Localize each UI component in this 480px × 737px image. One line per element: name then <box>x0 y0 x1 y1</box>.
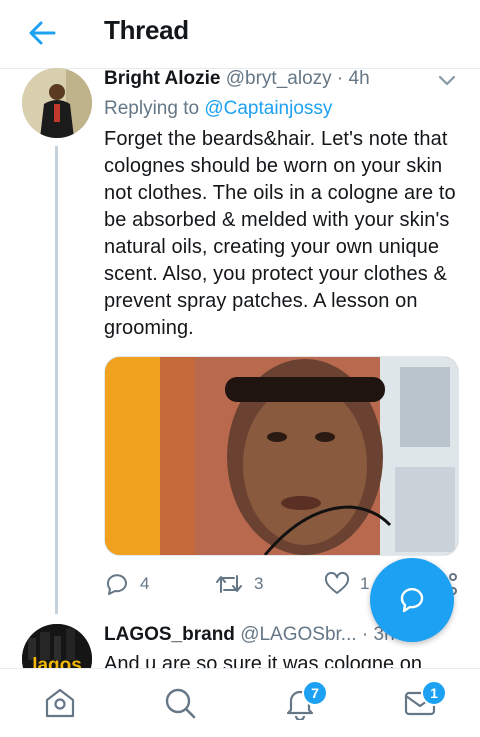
messages-badge: 1 <box>421 680 447 706</box>
tweet-header: LAGOS_brand @LAGOSbr... · 3h <box>104 624 395 646</box>
tweet-text: Forget the beards&hair. Let's note that … <box>104 128 456 339</box>
replying-prefix: Replying to <box>104 98 200 119</box>
retweet-icon <box>216 575 242 593</box>
author-name[interactable]: Bright Alozie <box>104 68 220 89</box>
author-handle[interactable]: @LAGOSbr... <box>240 624 356 645</box>
top-header: Thread <box>0 0 480 69</box>
tab-messages[interactable]: 1 <box>360 669 480 737</box>
tweet-media-photo[interactable] <box>104 356 459 556</box>
chat-bubble-icon <box>400 587 424 613</box>
chevron-down-icon[interactable] <box>436 72 458 88</box>
notifications-badge: 7 <box>302 680 328 706</box>
home-icon <box>45 688 75 718</box>
tweet-header: Bright Alozie @bryt_alozy · 4h <box>104 68 370 90</box>
search-icon <box>165 688 196 719</box>
arrow-left-icon[interactable] <box>26 18 58 48</box>
heart-icon <box>324 572 350 594</box>
avatar[interactable] <box>22 68 92 138</box>
compose-reply-button[interactable] <box>370 558 454 642</box>
replying-to: Replying to @Captainjossy <box>104 98 332 120</box>
bottom-tab-bar: 7 1 <box>0 668 480 737</box>
retweet-button[interactable]: 3 <box>214 570 263 598</box>
like-count: 1 <box>360 574 370 593</box>
thread-connector-line <box>55 146 58 614</box>
replying-mention-link[interactable]: @Captainjossy <box>204 98 332 119</box>
tab-search[interactable] <box>120 669 240 737</box>
reply-button[interactable]: 4 <box>104 570 149 598</box>
separator: · <box>336 68 344 89</box>
tab-notifications[interactable]: 7 <box>240 669 360 737</box>
reply-icon <box>106 574 127 595</box>
author-handle[interactable]: @bryt_alozy <box>226 68 332 89</box>
reply-count: 4 <box>140 574 150 593</box>
author-name[interactable]: LAGOS_brand <box>104 624 235 645</box>
tab-home[interactable] <box>0 669 120 737</box>
separator: · <box>361 624 369 645</box>
retweet-count: 3 <box>254 574 264 593</box>
page-title: Thread <box>104 15 189 45</box>
tweet-time: 4h <box>348 68 370 89</box>
like-button[interactable]: 1 <box>324 570 369 598</box>
